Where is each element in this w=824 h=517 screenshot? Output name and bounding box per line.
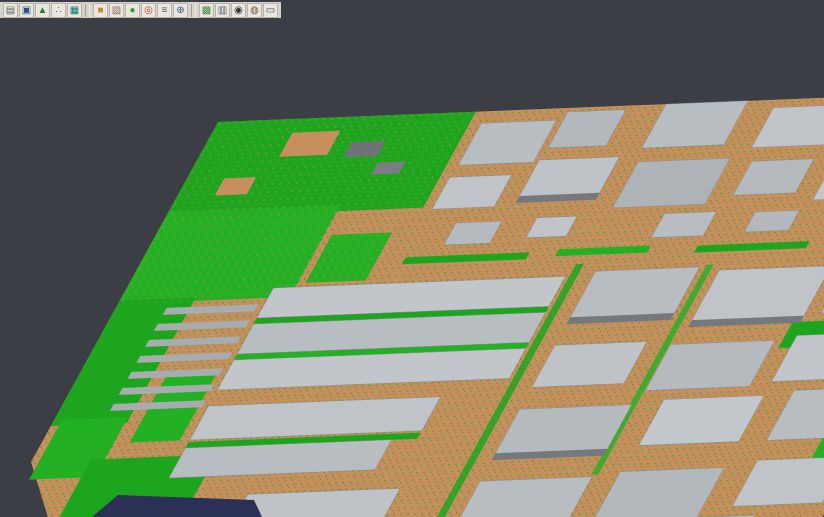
point-cloud-icon[interactable]: ∴	[51, 3, 66, 18]
menu-icon[interactable]: ≡	[157, 3, 172, 18]
open-project-icon[interactable]: ▤	[3, 3, 18, 18]
application-window: ▤▣▲∴▦ ■▨●◎≡⊕ ▩▥◉◍▭	[0, 0, 824, 517]
ortho-view-icon[interactable]: ■	[93, 3, 108, 18]
target-icon[interactable]: ◎	[141, 3, 156, 18]
mesh-grid-icon[interactable]: ▦	[67, 3, 82, 18]
palette-icon[interactable]: ▩	[199, 3, 214, 18]
toolbar-separator	[85, 4, 90, 17]
save-icon[interactable]: ▣	[19, 3, 34, 18]
zoom-extents-icon[interactable]: ⊕	[173, 3, 188, 18]
camera-icon[interactable]: ◍	[247, 3, 262, 18]
terrain-icon[interactable]: ▲	[35, 3, 50, 18]
texture-icon[interactable]: ▨	[109, 3, 124, 18]
measure-icon[interactable]: ▭	[263, 3, 278, 18]
viewport-3d-scene[interactable]	[0, 18, 824, 517]
classification-icon[interactable]: ●	[125, 3, 140, 18]
toolbar: ▤▣▲∴▦ ■▨●◎≡⊕ ▩▥◉◍▭	[0, 0, 824, 18]
sphere-icon[interactable]: ◉	[231, 3, 246, 18]
toolbar-separator	[191, 4, 196, 17]
histogram-icon[interactable]: ▥	[215, 3, 230, 18]
